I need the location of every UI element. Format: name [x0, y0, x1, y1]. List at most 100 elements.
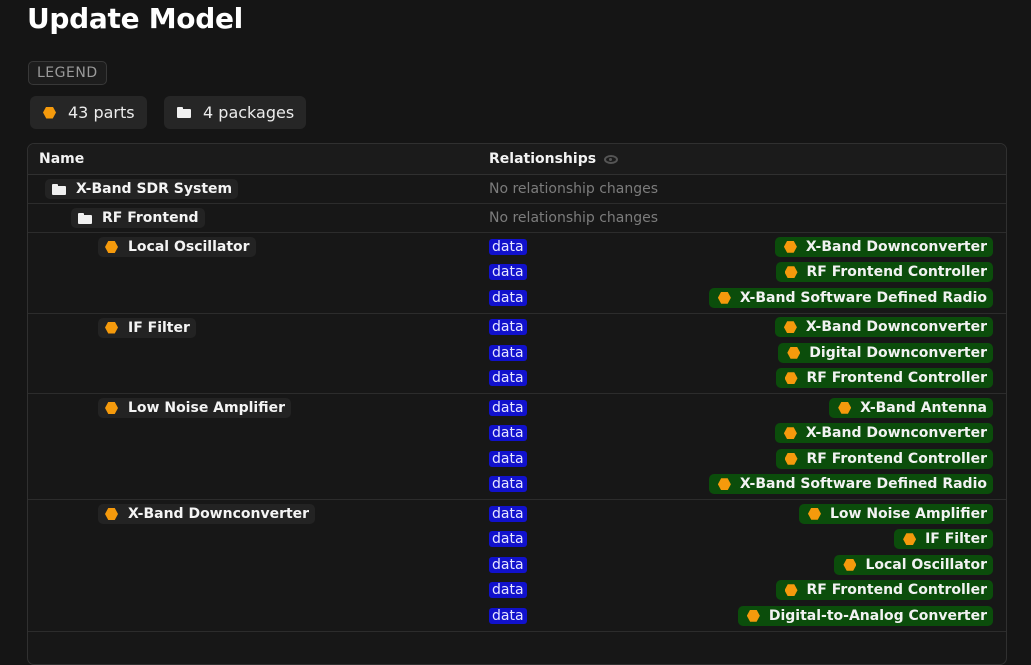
relationship-target-chip[interactable]: X-Band Downconverter	[774, 236, 993, 257]
relationship-target-label: Low Noise Amplifier	[829, 505, 987, 522]
relationship-target-label: X-Band Antenna	[860, 399, 987, 416]
package-name-chip[interactable]: RF Frontend	[71, 208, 205, 228]
table-row[interactable]: Local Oscillator data X-Band Downconverter…	[28, 233, 1006, 314]
hexagon-icon	[717, 291, 731, 304]
column-header-relationships: Relationships	[489, 151, 619, 167]
relationships-cell: No relationship changes	[478, 175, 1006, 203]
hexagon-icon	[784, 266, 798, 279]
relationship-type-tag: data	[489, 556, 527, 573]
table-body: X-Band SDR System No relationship changes…	[28, 175, 1006, 632]
column-header-relationships-label: Relationships	[489, 151, 597, 167]
update-model-page: Update Model LEGEND 43 parts 4 packages …	[0, 0, 1031, 665]
part-name-chip[interactable]: IF Filter	[98, 317, 196, 338]
relationship-target-chip[interactable]: Digital Downconverter	[778, 342, 993, 363]
relationship-line: data X-Band Software Defined Radio	[478, 472, 993, 498]
column-header-name: Name	[39, 151, 85, 167]
relationship-line: data X-Band Downconverter	[478, 315, 993, 341]
row-name-label: X-Band Downconverter	[128, 506, 310, 522]
name-cell: Local Oscillator	[28, 233, 478, 313]
name-cell: X-Band Downconverter	[28, 500, 478, 631]
relationship-target-chip[interactable]: X-Band Antenna	[829, 397, 993, 418]
relationship-target-chip[interactable]: RF Frontend Controller	[775, 262, 993, 283]
relationship-target-label: IF Filter	[925, 531, 987, 548]
packages-count: 4	[203, 103, 214, 122]
hexagon-icon	[717, 478, 731, 491]
relationship-target-label: X-Band Software Defined Radio	[739, 289, 987, 306]
hexagon-icon	[787, 346, 801, 359]
hexagon-icon	[783, 240, 797, 253]
part-name-chip[interactable]: X-Band Downconverter	[98, 504, 316, 524]
relationship-target-chip[interactable]: Digital-to-Analog Converter	[737, 605, 993, 626]
relationship-target-chip[interactable]: IF Filter	[894, 529, 993, 550]
relationship-type-tag: data	[489, 425, 527, 442]
hexagon-icon	[843, 558, 857, 571]
relationship-line: data Local Oscillator	[478, 552, 993, 578]
relationships-cell: data X-Band Antenna data X-Band Downconvert…	[478, 394, 1006, 499]
relationship-target-chip[interactable]: Low Noise Amplifier	[798, 503, 993, 524]
name-cell: IF Filter	[28, 314, 478, 394]
relationship-line: data RF Frontend Controller	[478, 578, 993, 604]
relationship-type-tag: data	[489, 505, 527, 522]
row-name-label: X-Band SDR System	[76, 181, 233, 197]
relationship-type-tag: data	[489, 399, 527, 416]
relationship-target-label: X-Band Downconverter	[805, 319, 987, 336]
parts-label: parts	[93, 103, 135, 122]
packages-count-badge: 4 packages	[164, 96, 307, 129]
hexagon-icon	[807, 507, 821, 520]
table-row[interactable]: X-Band Downconverter data Low Noise Amplif…	[28, 500, 1006, 632]
relationship-line: data Digital-to-Analog Converter	[478, 603, 993, 629]
relationship-type-tag: data	[489, 450, 527, 467]
table-row[interactable]: RF Frontend No relationship changes	[28, 204, 1006, 233]
part-name-chip[interactable]: Low Noise Amplifier	[98, 398, 292, 418]
hexagon-icon	[784, 372, 798, 385]
relationship-target-label: RF Frontend Controller	[806, 582, 988, 599]
relationship-target-chip[interactable]: X-Band Downconverter	[774, 423, 993, 444]
relationship-type-tag: data	[489, 289, 527, 306]
table-row[interactable]: X-Band SDR System No relationship changes	[28, 175, 1006, 204]
relationship-type-tag: data	[489, 531, 527, 548]
table-row[interactable]: Low Noise Amplifier data X-Band Antenna dat…	[28, 394, 1006, 500]
folder-icon	[177, 107, 191, 118]
parts-count-badge: 43 parts	[30, 96, 147, 129]
relationship-target-chip[interactable]: RF Frontend Controller	[775, 448, 993, 469]
row-name-label: RF Frontend	[102, 210, 199, 226]
no-relationship-changes-text: No relationship changes	[489, 181, 659, 197]
part-name-chip[interactable]: Local Oscillator	[98, 237, 256, 257]
name-cell: Low Noise Amplifier	[28, 394, 478, 499]
table-row[interactable]: IF Filter data X-Band Downconverter data Dig…	[28, 314, 1006, 394]
relationship-target-chip[interactable]: X-Band Software Defined Radio	[708, 474, 993, 495]
relationship-target-chip[interactable]: RF Frontend Controller	[775, 580, 993, 601]
row-name-label: Low Noise Amplifier	[128, 400, 286, 416]
no-relationship-changes-text: No relationship changes	[489, 210, 659, 226]
eye-icon[interactable]	[604, 154, 619, 164]
relationship-target-chip[interactable]: RF Frontend Controller	[775, 368, 993, 389]
relationship-target-label: X-Band Downconverter	[805, 425, 987, 442]
relationship-type-tag: data	[489, 319, 527, 336]
hexagon-icon	[105, 402, 118, 414]
relationship-line: data X-Band Antenna	[478, 395, 993, 421]
relationship-target-chip[interactable]: Local Oscillator	[834, 554, 993, 575]
hexagon-icon	[784, 452, 798, 465]
hexagon-icon	[903, 533, 917, 546]
relationship-target-label: Digital-to-Analog Converter	[768, 607, 987, 624]
page-title: Update Model	[27, 2, 243, 35]
hexagon-icon	[783, 321, 797, 334]
hexagon-icon	[783, 427, 797, 440]
table-header: Name Relationships	[28, 144, 1006, 175]
relationship-target-label: RF Frontend Controller	[806, 264, 988, 281]
parts-count: 43	[68, 103, 89, 122]
hexagon-icon	[838, 401, 852, 414]
relationships-cell: data X-Band Downconverter data RF Frontend …	[478, 233, 1006, 313]
relationship-line: data Low Noise Amplifier	[478, 501, 993, 527]
hexagon-icon	[105, 241, 118, 253]
relationship-target-label: Digital Downconverter	[809, 344, 987, 361]
package-name-chip[interactable]: X-Band SDR System	[45, 179, 239, 199]
relationship-target-chip[interactable]: X-Band Downconverter	[774, 317, 993, 338]
relationship-line: data X-Band Downconverter	[478, 421, 993, 447]
legend-button[interactable]: LEGEND	[28, 61, 107, 85]
relationship-line: data RF Frontend Controller	[478, 446, 993, 472]
relationship-target-chip[interactable]: X-Band Software Defined Radio	[708, 287, 993, 308]
relationship-target-label: X-Band Software Defined Radio	[739, 476, 987, 493]
packages-label: packages	[218, 103, 295, 122]
name-cell: RF Frontend	[28, 204, 478, 232]
